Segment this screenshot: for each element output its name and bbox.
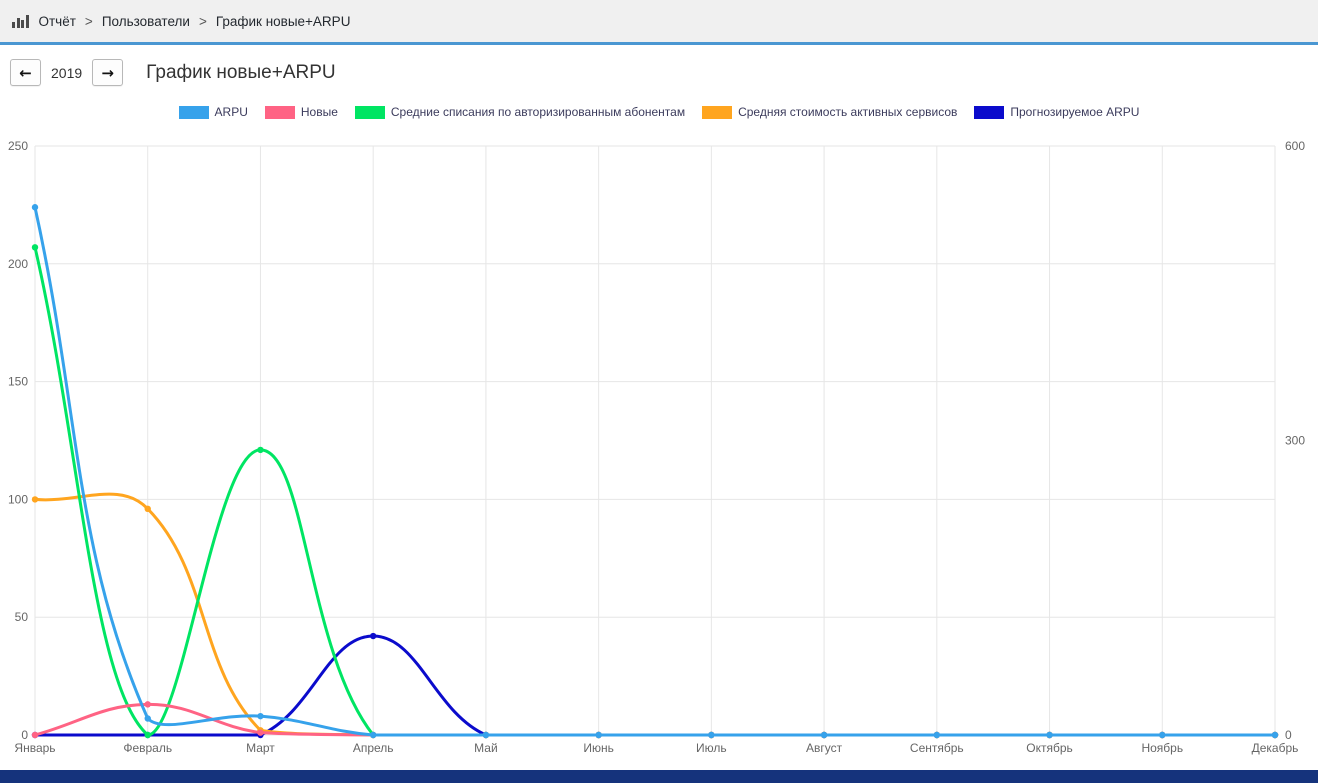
legend-label: ARPU [215, 105, 248, 119]
legend-label: Средние списания по авторизированным або… [391, 105, 685, 119]
legend-item[interactable]: Новые [265, 105, 338, 119]
svg-text:600: 600 [1285, 139, 1305, 153]
svg-text:Июнь: Июнь [583, 741, 614, 755]
svg-text:150: 150 [8, 375, 28, 389]
bar-chart-icon [12, 15, 29, 28]
breadcrumb-separator: > [199, 14, 207, 29]
svg-text:250: 250 [8, 139, 28, 153]
svg-text:Февраль: Февраль [123, 741, 172, 755]
footer-bar [0, 770, 1318, 783]
svg-text:50: 50 [15, 610, 29, 624]
legend-swatch [265, 106, 295, 119]
page-title: График новые+ARPU [146, 62, 335, 84]
svg-text:Октябрь: Октябрь [1026, 741, 1073, 755]
legend-swatch [974, 106, 1004, 119]
svg-text:Март: Март [246, 741, 275, 755]
svg-text:100: 100 [8, 492, 28, 506]
year-label: 2019 [51, 65, 82, 81]
svg-text:Май: Май [474, 741, 498, 755]
line-chart[interactable]: 0 50 100 150 200 250 0 300 600 Январь Февраль Март А… [0, 122, 1318, 766]
legend-label: Прогнозируемое ARPU [1010, 105, 1139, 119]
svg-text:0: 0 [1285, 728, 1292, 742]
legend-label: Средняя стоимость активных сервисов [738, 105, 957, 119]
svg-text:Сентябрь: Сентябрь [910, 741, 964, 755]
legend-swatch [355, 106, 385, 119]
svg-text:Апрель: Апрель [353, 741, 394, 755]
legend-label: Новые [301, 105, 338, 119]
svg-text:200: 200 [8, 257, 28, 271]
legend-item[interactable]: Средние списания по авторизированным або… [355, 105, 685, 119]
svg-text:0: 0 [21, 728, 28, 742]
legend-item[interactable]: Прогнозируемое ARPU [974, 105, 1139, 119]
svg-text:Декабрь: Декабрь [1252, 741, 1299, 755]
legend-swatch [179, 106, 209, 119]
toolbar: ← 2019 → График новые+ARPU [0, 45, 1318, 98]
legend-swatch [702, 106, 732, 119]
svg-text:Ноябрь: Ноябрь [1141, 741, 1183, 755]
svg-text:Январь: Январь [14, 741, 55, 755]
next-year-button[interactable]: → [92, 59, 123, 86]
svg-text:Июль: Июль [696, 741, 727, 755]
chart-legend: ARPU Новые Средние списания по авторизиров… [0, 104, 1318, 120]
legend-item[interactable]: Средняя стоимость активных сервисов [702, 105, 957, 119]
svg-text:Август: Август [806, 741, 843, 755]
legend-item[interactable]: ARPU [179, 105, 248, 119]
breadcrumb-item-report[interactable]: Отчёт [39, 14, 76, 29]
breadcrumb-separator: > [85, 14, 93, 29]
breadcrumb-item-users[interactable]: Пользователи [102, 14, 190, 29]
svg-text:300: 300 [1285, 434, 1305, 448]
breadcrumb-item-current: График новые+ARPU [216, 14, 351, 29]
prev-year-button[interactable]: ← [10, 59, 41, 86]
breadcrumb: Отчёт > Пользователи > График новые+ARPU [0, 0, 1318, 45]
